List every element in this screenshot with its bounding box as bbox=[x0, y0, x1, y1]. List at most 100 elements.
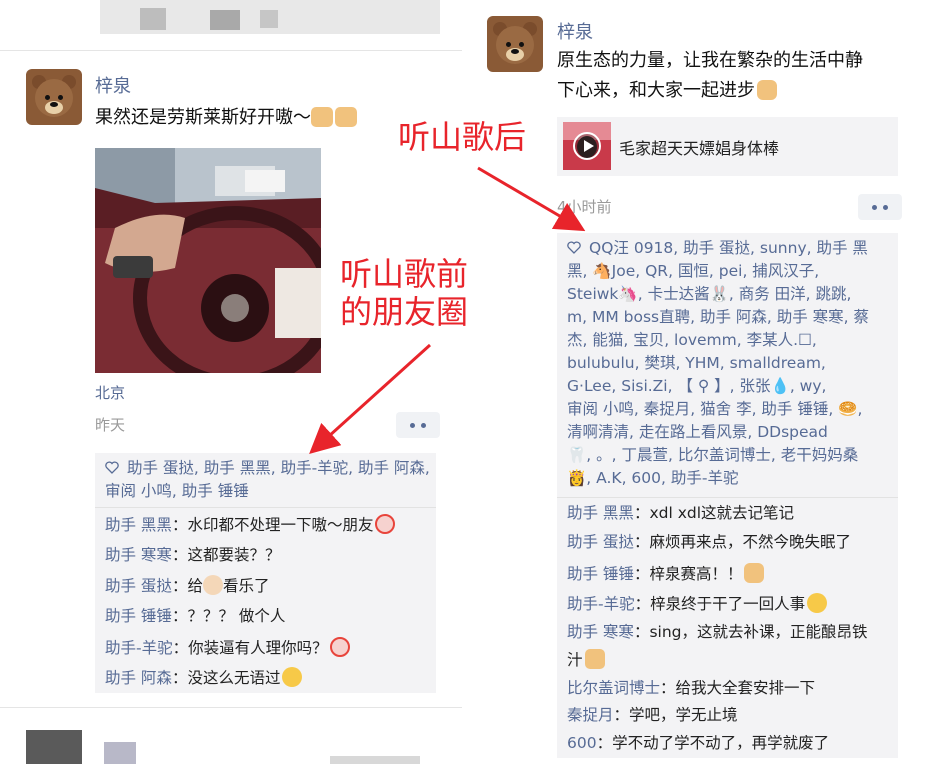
comment-row[interactable]: 助手 锤锤：梓泉赛高！！ bbox=[567, 559, 765, 589]
comment-row[interactable]: 助手 锤锤：？？？ 做个人 bbox=[105, 601, 285, 631]
car-interior-photo bbox=[95, 148, 321, 373]
comment-row[interactable]: 助手 寒寒：这都要装？？ bbox=[105, 540, 280, 570]
play-icon[interactable] bbox=[573, 132, 601, 160]
comment-author[interactable]: 助手 阿森 bbox=[105, 669, 172, 687]
likes-comments-box: 助手 蛋挞, 助手 黑黑, 助手-羊驼, 助手 阿森, 审阅 小鸣, 助手 锤锤… bbox=[95, 453, 436, 693]
comment-author[interactable]: 比尔盖词博士 bbox=[567, 679, 660, 697]
divider bbox=[0, 50, 462, 51]
likes-line: bulubulu, 樊琪, YHM, smalldream, bbox=[567, 354, 826, 372]
post-location[interactable]: 北京 bbox=[95, 382, 125, 403]
comment-text: 汁 bbox=[567, 651, 583, 669]
comment-row[interactable]: 助手 黑黑：水印都不处理一下嗷～朋友 bbox=[105, 510, 396, 540]
likes-names: 助手 蛋挞, 助手 黑黑, 助手-羊驼, 助手 阿森, 审阅 小鸣, 助手 锤锤 bbox=[105, 459, 430, 500]
post-text-line: 下心来，和大家一起进步 bbox=[557, 76, 863, 106]
annotation-line: 的朋友圈 bbox=[340, 293, 469, 331]
link-title: 毛家超天天嫖娼身体棒 bbox=[619, 139, 780, 158]
poster-name[interactable]: 梓泉 bbox=[95, 72, 131, 98]
blur-block bbox=[260, 10, 278, 28]
comment-author[interactable]: 助手 寒寒 bbox=[105, 546, 172, 564]
comment-author[interactable]: 助手 蛋挞 bbox=[567, 533, 634, 551]
divider bbox=[0, 707, 462, 708]
likes-line: G·Lee, Sisi.Zi, 【 ⚲ 】, 张张💧, wy, bbox=[567, 377, 827, 395]
thumbs-up-icon bbox=[311, 107, 333, 127]
link-thumbnail bbox=[563, 122, 611, 170]
comment-author[interactable]: 助手 锤锤 bbox=[567, 565, 634, 583]
comment-author[interactable]: 助手 寒寒 bbox=[567, 623, 634, 641]
comment-row[interactable]: 助手 阿森：没这么无语过 bbox=[105, 663, 303, 693]
comment-row[interactable]: 比尔盖词博士：给我大全套安排一下 bbox=[567, 673, 815, 703]
blurred-next-post bbox=[26, 730, 82, 764]
post-text: 原生态的力量，让我在繁杂的生活中静 下心来，和大家一起进步 bbox=[557, 46, 863, 106]
post-text-line: 原生态的力量，让我在繁杂的生活中静 bbox=[557, 50, 863, 71]
comment-text: 水印都不处理一下嗷～朋友 bbox=[187, 516, 374, 534]
comment-row[interactable]: 助手 寒寒：sing，这就去补课，正能酿昂铁汁 bbox=[567, 618, 892, 674]
flexed-biceps-icon bbox=[757, 80, 777, 100]
comment-row[interactable]: 600：学不动了学不动了，再学就废了 bbox=[567, 728, 829, 758]
comment-author[interactable]: 助手-羊驼 bbox=[105, 639, 173, 657]
blur-block bbox=[140, 8, 166, 30]
flexed-biceps-icon bbox=[744, 563, 765, 583]
comment-text: 麻烦再来点，不然今晚失眠了 bbox=[649, 533, 851, 551]
comment-author[interactable]: 助手-羊驼 bbox=[567, 595, 635, 613]
smile-icon bbox=[282, 667, 303, 687]
comment-text: 看乐了 bbox=[222, 577, 270, 595]
comment-author[interactable]: 助手 黑黑 bbox=[567, 504, 634, 522]
thumbs-up-icon bbox=[584, 649, 605, 669]
blur-block bbox=[330, 756, 420, 764]
comment-text: sing，这就去补课，正能酿昂铁 bbox=[649, 623, 868, 641]
likes-line: QQ汪 0918, 助手 蛋挞, sunny, 助手 黑 bbox=[567, 237, 897, 260]
likes-line: m, MM boss直聘, 助手 阿森, 助手 寒寒, 蔡 bbox=[567, 308, 870, 326]
divider bbox=[95, 507, 436, 508]
comment-row[interactable]: 助手 蛋挞：给 看乐了 bbox=[105, 571, 269, 601]
comment-row[interactable]: 秦捉月：学吧，学无止境 bbox=[567, 700, 738, 730]
comment-author[interactable]: 助手 黑黑 bbox=[105, 516, 172, 534]
comment-author[interactable]: 助手 锤锤 bbox=[105, 607, 172, 625]
comment-row[interactable]: 助手-羊驼：你装逼有人理你吗？ bbox=[105, 633, 350, 663]
smile-icon bbox=[807, 593, 828, 613]
annotation-after: 听山歌后 bbox=[398, 118, 527, 156]
likes-line: 👸, A.K, 600, 助手-羊驼 bbox=[567, 469, 739, 487]
likes-comments-box: QQ汪 0918, 助手 蛋挞, sunny, 助手 黑 黑, 🐴Joe, QR… bbox=[557, 233, 898, 758]
bear-avatar-icon[interactable] bbox=[487, 16, 543, 72]
more-dots-icon[interactable] bbox=[396, 412, 440, 438]
comment-row[interactable]: 助手 蛋挞：麻烦再来点，不然今晚失眠了 bbox=[567, 527, 851, 557]
more-dots-icon[interactable] bbox=[858, 194, 902, 220]
comment-text: 梓泉赛高！！ bbox=[649, 565, 743, 583]
comment-author[interactable]: 600 bbox=[567, 734, 597, 752]
annotation-line: 听山歌前 bbox=[340, 255, 469, 293]
clown-icon bbox=[375, 514, 396, 534]
comment-text: 这都要装？？ bbox=[187, 546, 281, 564]
comment-text: xdl xdl这就去记笔记 bbox=[649, 504, 795, 522]
bear-avatar-icon[interactable] bbox=[26, 69, 82, 125]
likes-names: QQ汪 0918, 助手 蛋挞, sunny, 助手 黑 bbox=[589, 239, 868, 257]
comment-text: 梓泉终于干了一回人事 bbox=[650, 595, 806, 613]
blur-block bbox=[210, 10, 240, 30]
thumbs-up-icon bbox=[335, 107, 357, 127]
likes-line: 黑, 🐴Joe, QR, 国恒, pei, 捕风汉子, bbox=[567, 262, 820, 280]
post-photo[interactable] bbox=[95, 148, 321, 373]
likes-line: 杰, 能猫, 宝贝, lovemm, 李某人.☐, bbox=[567, 331, 817, 349]
comment-row[interactable]: 助手 黑黑：xdl xdl这就去记笔记 bbox=[567, 498, 794, 528]
heart-icon bbox=[105, 461, 119, 474]
likes-line: 审阅 小鸣, 秦捉月, 猫舍 李, 助手 锤锤, 🥯, bbox=[567, 400, 863, 418]
comment-text: 给我大全套安排一下 bbox=[675, 679, 816, 697]
poster-name[interactable]: 梓泉 bbox=[557, 18, 593, 44]
blur-block bbox=[104, 742, 136, 764]
likes-line: 清啊清清, 走在路上看风景, DDspead bbox=[567, 423, 828, 441]
post-text-content: 下心来，和大家一起进步 bbox=[557, 80, 755, 101]
comment-text: ？？？ 做个人 bbox=[187, 607, 286, 625]
comment-author[interactable]: 秦捉月 bbox=[567, 706, 614, 724]
annotation-before: 听山歌前 的朋友圈 bbox=[340, 255, 468, 331]
clown-icon bbox=[329, 637, 350, 657]
post-time: 4小时前 bbox=[557, 198, 612, 216]
shared-link-card[interactable]: 毛家超天天嫖娼身体棒 bbox=[557, 117, 898, 176]
likes-line: Steiwk🦄, 卡士达酱🐰, 商务 田洋, 跳跳, bbox=[567, 285, 852, 303]
comment-text: 学吧，学无止境 bbox=[629, 706, 738, 724]
post-time: 昨天 bbox=[95, 416, 126, 434]
comment-row[interactable]: 助手-羊驼：梓泉终于干了一回人事 bbox=[567, 589, 828, 619]
comment-author[interactable]: 助手 蛋挞 bbox=[105, 577, 172, 595]
heart-icon bbox=[567, 241, 581, 254]
comment-text: 你装逼有人理你吗？ bbox=[188, 639, 328, 657]
post-text: 果然还是劳斯莱斯好开嗷～ bbox=[95, 103, 357, 133]
comment-text: 学不动了学不动了，再学就废了 bbox=[612, 734, 830, 752]
